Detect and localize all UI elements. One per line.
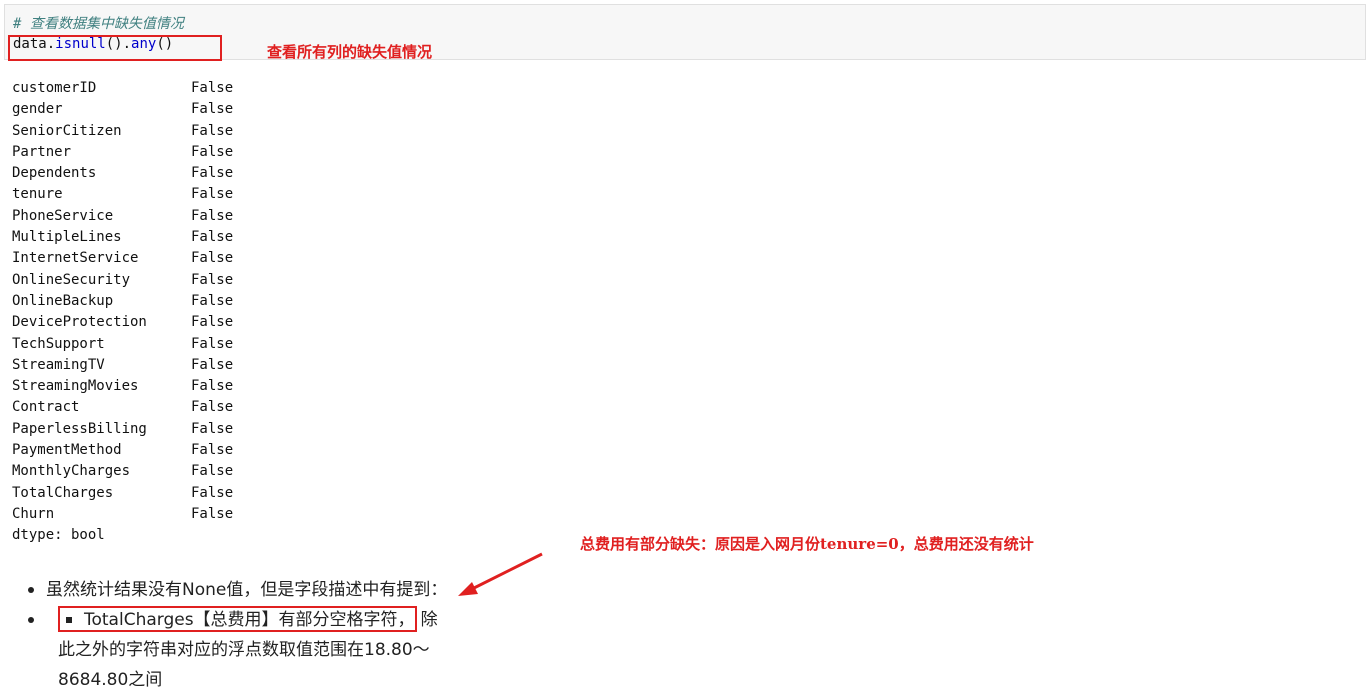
column-value: False [191,505,234,522]
column-name: Dependents [12,165,97,182]
column-name: OnlineSecurity [12,271,131,288]
bullet-icon [28,617,34,623]
output-row: StreamingMovies False [12,376,233,397]
output-row: tenure False [12,184,233,205]
column-name: InternetService [12,250,139,267]
output-row: InternetService False [12,248,233,269]
square-bullet-icon [66,617,72,623]
column-name: Contract [12,399,80,416]
output-row: customerID False [12,78,233,99]
column-name: DeviceProtection [12,314,147,331]
column-name: TotalCharges [12,484,114,501]
column-value: False [191,314,234,331]
column-value: False [191,292,234,309]
column-value: False [191,101,234,118]
output-row: OnlineBackup False [12,291,233,312]
column-value: False [191,271,234,288]
column-value: False [191,356,234,373]
output-rows: customerID False gender False SeniorCitizen F… [12,78,233,525]
nested-item: TotalCharges【总费用】有部分空格字符， 除此之外的字符串对应的浮点数取… [58,605,447,695]
output-row: SeniorCitizen False [12,121,233,142]
annotation-arrow [458,552,543,596]
output-row: Churn False [12,504,233,525]
column-name: Churn [12,505,55,522]
column-name: StreamingTV [12,356,105,373]
column-name: SeniorCitizen [12,122,122,139]
column-name: OnlineBackup [12,292,114,309]
column-name: PaperlessBilling [12,420,147,437]
arrow-head [458,582,478,596]
column-value: False [191,250,234,267]
output-row: PhoneService False [12,206,233,227]
column-value: False [191,335,234,352]
output-row: PaperlessBilling False [12,419,233,440]
code-highlight-box [8,35,222,61]
output-row: Contract False [12,397,233,418]
list-item: 虽然统计结果没有None值，但是字段描述中有提到： [26,575,447,605]
column-value: False [191,186,234,203]
column-value: False [191,207,234,224]
column-name: gender [12,101,63,118]
column-name: Partner [12,143,72,160]
column-value: False [191,80,234,96]
bullet-icon [28,587,34,593]
list-item-text: 虽然统计结果没有None值，但是字段描述中有提到： [46,580,448,600]
column-name: MonthlyCharges [12,463,131,480]
column-value: False [191,122,234,139]
output-row: Dependents False [12,163,233,184]
column-value: False [191,399,234,416]
highlight-box: TotalCharges【总费用】有部分空格字符， [58,606,417,632]
markdown-list: 虽然统计结果没有None值，但是字段描述中有提到： TotalCharges【总… [26,575,447,690]
column-value: False [191,463,234,480]
output-row: Partner False [12,142,233,163]
annotation-top: 查看所有列的缺失值情况 [267,43,433,61]
column-value: False [191,442,234,459]
column-name: StreamingMovies [12,378,139,395]
output-row: StreamingTV False [12,355,233,376]
column-value: False [191,229,234,246]
arrow-line [469,552,543,592]
boxed-text: TotalCharges【总费用】有部分空格字符， [84,610,415,630]
output-row: OnlineSecurity False [12,270,233,291]
output-row: MonthlyCharges False [12,461,233,482]
column-name: PhoneService [12,207,114,224]
column-name: PaymentMethod [12,442,122,459]
output-row: TotalCharges False [12,483,233,504]
list-item: TotalCharges【总费用】有部分空格字符， 除此之外的字符串对应的浮点数取… [26,605,447,690]
output-row: MultipleLines False [12,227,233,248]
output-row: TechSupport False [12,334,233,355]
column-value: False [191,143,234,160]
output-dtype: dtype: bool [12,527,105,544]
output-row: DeviceProtection False [12,312,233,333]
column-name: customerID [12,80,97,96]
column-name: TechSupport [12,335,105,352]
column-value: False [191,378,234,395]
column-name: tenure [12,186,63,203]
annotation-bottom: 总费用有部分缺失：原因是入网月份tenure=0，总费用还没有统计 [580,535,1034,553]
code-comment: # 查看数据集中缺失值情况 [13,16,184,32]
column-value: False [191,165,234,182]
cell-output: customerID False gender False SeniorCitizen F… [12,78,233,547]
column-name: MultipleLines [12,229,122,246]
column-value: False [191,420,234,437]
column-value: False [191,484,234,501]
output-row: PaymentMethod False [12,440,233,461]
code-cell[interactable]: # 查看数据集中缺失值情况 data.isnull().any() 查看所有列的… [4,4,1366,61]
output-row: gender False [12,99,233,120]
